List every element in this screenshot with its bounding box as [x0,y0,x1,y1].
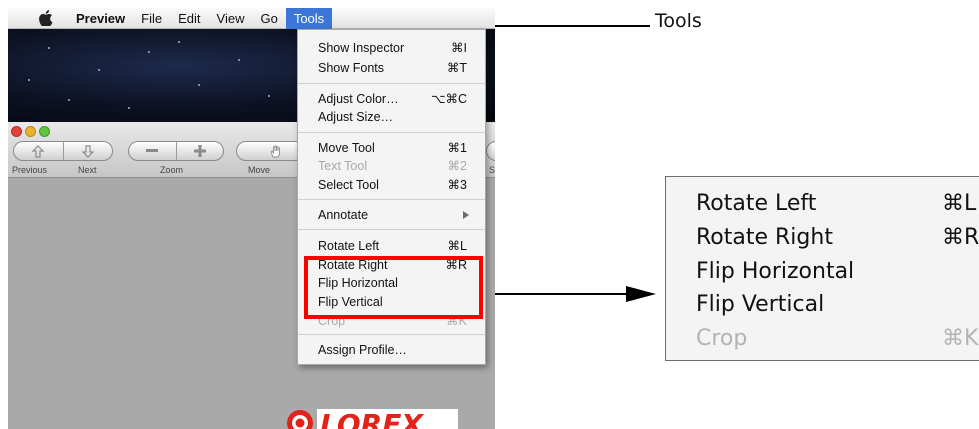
previous-button[interactable] [14,142,63,160]
zoom-out-button[interactable] [129,142,176,160]
menu-file[interactable]: File [133,8,170,29]
lorex-logo: LOREX [280,407,460,429]
menu-bar: Preview File Edit View Go Tools [8,8,495,29]
logo-text: LOREX [320,408,424,429]
next-label: Next [78,165,97,175]
menu-item-shortcut: ⌥⌘C [431,92,467,106]
down-arrow-icon [81,144,94,158]
select-tool-button[interactable] [486,141,495,161]
zoomed-item-label: Rotate Left [696,191,817,216]
menu-item-shortcut: ⌘2 [447,159,467,173]
navigation-buttons [13,141,113,161]
plus-icon [193,145,206,157]
zoomed-item-shortcut: ⌘L [942,191,977,216]
minimize-window-button[interactable] [25,126,36,137]
zoomed-item-rotate-right: Rotate Right ⌘R [666,221,979,255]
menu-separator [298,334,485,335]
menu-item-shortcut: ⌘I [451,41,467,55]
menu-item-label: Move Tool [318,141,375,155]
menu-item-label: Show Fonts [318,61,385,75]
zoomed-item-shortcut: ⌘R [942,225,979,250]
menu-item-annotate[interactable]: Annotate [298,207,485,223]
menu-item-select-tool[interactable]: Select Tool ⌘3 [298,177,485,193]
highlight-box [304,256,483,319]
zoomed-item-shortcut: ⌘K [942,326,979,351]
menu-item-adjust-color[interactable]: Adjust Color… ⌥⌘C [298,91,485,107]
menu-separator [298,83,485,84]
menu-item-label: Adjust Color… [318,92,399,106]
menu-item-show-fonts[interactable]: Show Fonts ⌘T [298,60,485,76]
menu-separator [298,132,485,133]
menu-item-label: Show Inspector [318,41,405,55]
menu-item-label: Adjust Size… [318,110,394,124]
submenu-arrow-icon [463,211,469,219]
minus-icon [146,149,159,152]
menu-item-shortcut: ⌘1 [447,141,467,155]
menu-view[interactable]: View [209,8,253,29]
zoom-label: Zoom [160,165,184,175]
tools-callout-label: Tools [655,10,702,32]
zoom-window-button[interactable] [39,126,50,137]
menu-item-label: Text Tool [318,159,368,173]
menu-separator [298,199,485,200]
zoom-buttons [128,141,224,161]
zoomed-item-crop: Crop ⌘K [666,322,979,356]
zoomed-item-rotate-left: Rotate Left ⌘L [666,187,979,221]
menu-item-shortcut: ⌘T [446,61,467,75]
menu-tools[interactable]: Tools [285,8,333,29]
close-window-button[interactable] [11,126,22,137]
menu-item-adjust-size[interactable]: Adjust Size… [298,109,485,125]
menu-item-rotate-left[interactable]: Rotate Left ⌘L [298,238,485,254]
next-button[interactable] [62,142,113,160]
menu-item-shortcut: ⌘3 [447,178,467,192]
zoom-in-button[interactable] [175,142,224,160]
zoomed-menu-detail: Rotate Left ⌘L Rotate Right ⌘R Flip Hori… [665,176,979,361]
menu-item-label: Assign Profile… [318,343,407,357]
menu-edit[interactable]: Edit [170,8,208,29]
menu-item-move-tool[interactable]: Move Tool ⌘1 [298,140,485,156]
zoomed-item-label: Rotate Right [696,225,833,250]
menu-go[interactable]: Go [252,8,285,29]
menu-item-show-inspector[interactable]: Show Inspector ⌘I [298,40,485,56]
menu-item-label: Annotate [318,208,369,222]
zoomed-item-label: Flip Vertical [696,292,825,317]
menu-item-label: Rotate Left [318,239,380,253]
arrow-right-icon [626,286,656,302]
select-label: S [489,165,495,175]
callout-arrow-line [495,293,628,295]
menu-item-assign-profile[interactable]: Assign Profile… [298,342,485,358]
apple-icon[interactable] [38,10,54,27]
menu-item-shortcut: ⌘L [447,239,467,253]
zoomed-item-label: Crop [696,326,748,351]
menu-preview[interactable]: Preview [74,8,133,29]
zoomed-item-flip-vertical: Flip Vertical [666,288,979,322]
menu-item-text-tool: Text Tool ⌘2 [298,158,485,174]
previous-label: Previous [12,165,48,175]
move-label: Move [248,165,271,175]
up-arrow-icon [32,144,45,158]
menu-separator [298,229,485,230]
menu-item-label: Select Tool [318,178,379,192]
zoomed-item-flip-horizontal: Flip Horizontal [666,255,979,289]
tools-callout-line [495,25,650,27]
zoomed-item-label: Flip Horizontal [696,259,855,284]
